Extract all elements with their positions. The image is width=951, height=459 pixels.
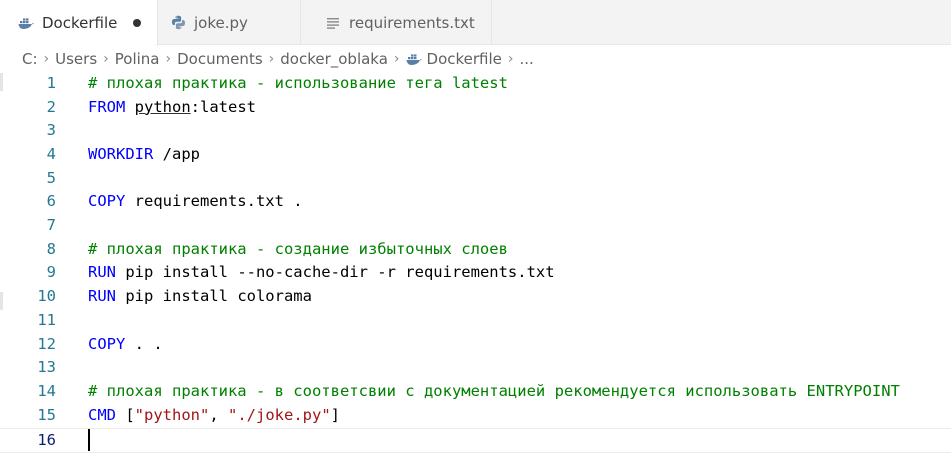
keyword: RUN — [88, 287, 116, 306]
chevron-right-icon: › — [268, 51, 275, 67]
keyword: CMD — [88, 405, 116, 424]
code-line[interactable]: 5 — [0, 166, 951, 190]
line-number: 8 — [46, 239, 56, 258]
breadcrumb-item-dockerfile[interactable]: Dockerfile — [427, 50, 502, 68]
comment-text: # плохая практика - создание избыточных … — [88, 239, 508, 258]
editor-tab-bar: Dockerfile joke.py requirements.txt — [0, 0, 951, 46]
line-number: 12 — [37, 334, 56, 353]
code-text: , — [209, 405, 228, 424]
line-number: 5 — [46, 168, 56, 187]
comment-text: # плохая практика - в соответсвии с доку… — [88, 381, 900, 400]
code-line[interactable]: 2 FROM python:latest — [0, 95, 951, 119]
breadcrumb-item-documents[interactable]: Documents — [177, 50, 263, 68]
line-number: 16 — [37, 431, 56, 449]
code-line[interactable]: 6 COPY requirements.txt . — [0, 190, 951, 214]
line-number: 6 — [46, 192, 56, 211]
line-number: 4 — [46, 144, 56, 163]
code-line[interactable]: 11 — [0, 308, 951, 332]
line-number: 10 — [37, 287, 56, 306]
code-text: pip install colorama — [116, 287, 312, 306]
breadcrumb-item-docker-oblaka[interactable]: docker_oblaka — [280, 50, 388, 68]
breadcrumb-item-symbols[interactable]: ... — [520, 50, 534, 68]
code-text: requirements.txt . — [125, 192, 303, 211]
docker-icon — [18, 15, 34, 31]
breadcrumb-item-polina[interactable]: Polina — [115, 50, 160, 68]
comment-text: # плохая практика - использование тега l… — [88, 73, 508, 92]
docker-icon — [406, 51, 422, 67]
keyword: FROM — [88, 97, 126, 116]
line-number: 1 — [46, 73, 56, 92]
line-number: 7 — [46, 216, 56, 235]
string-literal: "./joke.py" — [228, 405, 331, 424]
chevron-right-icon: › — [43, 51, 50, 67]
chevron-right-icon: › — [103, 51, 109, 67]
line-number: 14 — [37, 381, 56, 400]
breadcrumb: C: › Users › Polina › Documents › docker… — [22, 48, 534, 70]
python-icon — [170, 15, 186, 31]
breadcrumb-item-drive[interactable]: C: — [22, 50, 38, 68]
keyword: COPY — [88, 334, 126, 353]
chevron-right-icon: › — [165, 51, 172, 67]
code-text: :latest — [190, 97, 256, 116]
chevron-right-icon: › — [507, 51, 514, 67]
tab-dockerfile[interactable]: Dockerfile — [0, 0, 158, 46]
text-file-icon — [325, 15, 341, 31]
line-number: 11 — [37, 310, 56, 329]
code-text: . . — [125, 334, 163, 353]
code-line[interactable]: 15 CMD ["python", "./joke.py"] — [0, 403, 951, 427]
code-text: [ — [116, 405, 135, 424]
line-number: 2 — [46, 97, 56, 116]
chevron-right-icon: › — [393, 51, 400, 67]
code-text: /app — [153, 144, 200, 163]
code-line[interactable]: 1 # плохая практика - использование тега… — [0, 71, 951, 95]
code-text: pip install --no-cache-dir -r requiremen… — [116, 263, 555, 282]
tab-label: joke.py — [194, 13, 248, 32]
line-number: 15 — [37, 405, 56, 424]
code-line[interactable]: 14 # плохая практика - в соответсвии с д… — [0, 379, 951, 403]
code-line[interactable]: 13 — [0, 355, 951, 379]
tab-joke-py[interactable]: joke.py — [158, 0, 301, 45]
line-number: 9 — [46, 263, 56, 282]
code-line[interactable]: 10 RUN pip install colorama — [0, 284, 951, 308]
tab-label: requirements.txt — [349, 13, 475, 32]
image-name: python — [134, 97, 191, 116]
code-line[interactable]: 9 RUN pip install --no-cache-dir -r requ… — [0, 261, 951, 285]
breadcrumb-item-users[interactable]: Users — [55, 50, 97, 68]
keyword: COPY — [88, 192, 126, 211]
code-line[interactable]: 7 — [0, 213, 951, 237]
tab-requirements-txt[interactable]: requirements.txt — [301, 0, 492, 45]
line-number: 3 — [46, 121, 56, 140]
code-line[interactable]: 4 WORKDIR /app — [0, 142, 951, 166]
unsaved-indicator-dot[interactable] — [133, 19, 142, 27]
code-line[interactable]: 3 — [0, 118, 951, 142]
keyword: RUN — [88, 263, 116, 282]
code-line[interactable]: 8 # плохая практика - создание избыточны… — [0, 237, 951, 261]
keyword: WORKDIR — [88, 144, 154, 163]
tab-label: Dockerfile — [42, 14, 118, 32]
code-line[interactable]: 12 COPY . . — [0, 332, 951, 356]
string-literal: "python" — [134, 405, 210, 424]
code-text: ] — [330, 405, 340, 424]
code-line-current[interactable]: 16 — [0, 427, 951, 453]
text-cursor — [88, 429, 90, 451]
code-editor[interactable]: 1 # плохая практика - использование тега… — [0, 70, 951, 459]
line-number: 13 — [37, 358, 56, 377]
